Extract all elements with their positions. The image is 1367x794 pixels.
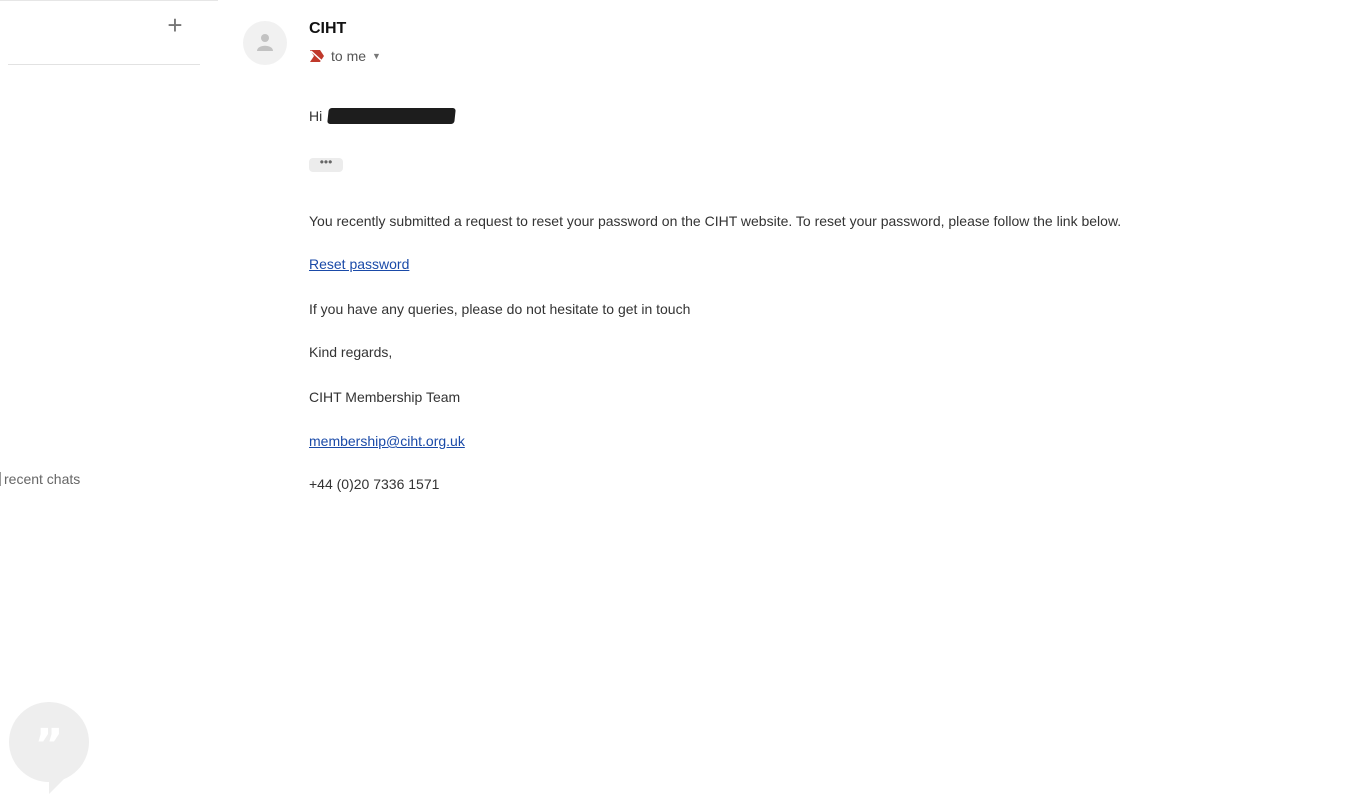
signature-phone: +44 (0)20 7336 1571 <box>309 476 440 492</box>
avatar[interactable] <box>243 21 287 65</box>
person-icon <box>257 34 273 51</box>
sender-name[interactable]: CIHT <box>309 20 346 38</box>
recipient-label: to me <box>331 48 367 64</box>
recipient-details-toggle[interactable]: to me ▼ <box>309 48 381 64</box>
closing-text: Kind regards, <box>309 344 393 360</box>
sidebar-divider <box>8 64 200 65</box>
sidebar: + recent chats <box>0 0 225 491</box>
divider-tick <box>0 472 1 486</box>
show-trimmed-content-button[interactable]: ••• <box>309 156 343 172</box>
message-paragraph-1: You recently submitted a request to rese… <box>309 213 1122 229</box>
sidebar-top-divider <box>0 0 218 1</box>
signature-team: CIHT Membership Team <box>309 389 461 405</box>
important-marker-icon[interactable] <box>309 49 325 63</box>
svg-text:”: ” <box>35 720 64 771</box>
hangouts-bubble-icon[interactable]: ” <box>7 702 91 794</box>
recent-chats-label[interactable]: recent chats <box>0 471 80 487</box>
signature-email-link[interactable]: membership@ciht.org.uk <box>309 433 465 449</box>
reset-password-link[interactable]: Reset password <box>309 256 409 272</box>
message-paragraph-2: If you have any queries, please do not h… <box>309 301 691 317</box>
greeting-text: Hi <box>309 108 323 124</box>
plus-icon[interactable]: + <box>162 12 188 38</box>
greeting-line: Hi <box>309 108 457 124</box>
chevron-down-icon[interactable]: ▼ <box>372 51 381 61</box>
redacted-name <box>327 108 457 124</box>
